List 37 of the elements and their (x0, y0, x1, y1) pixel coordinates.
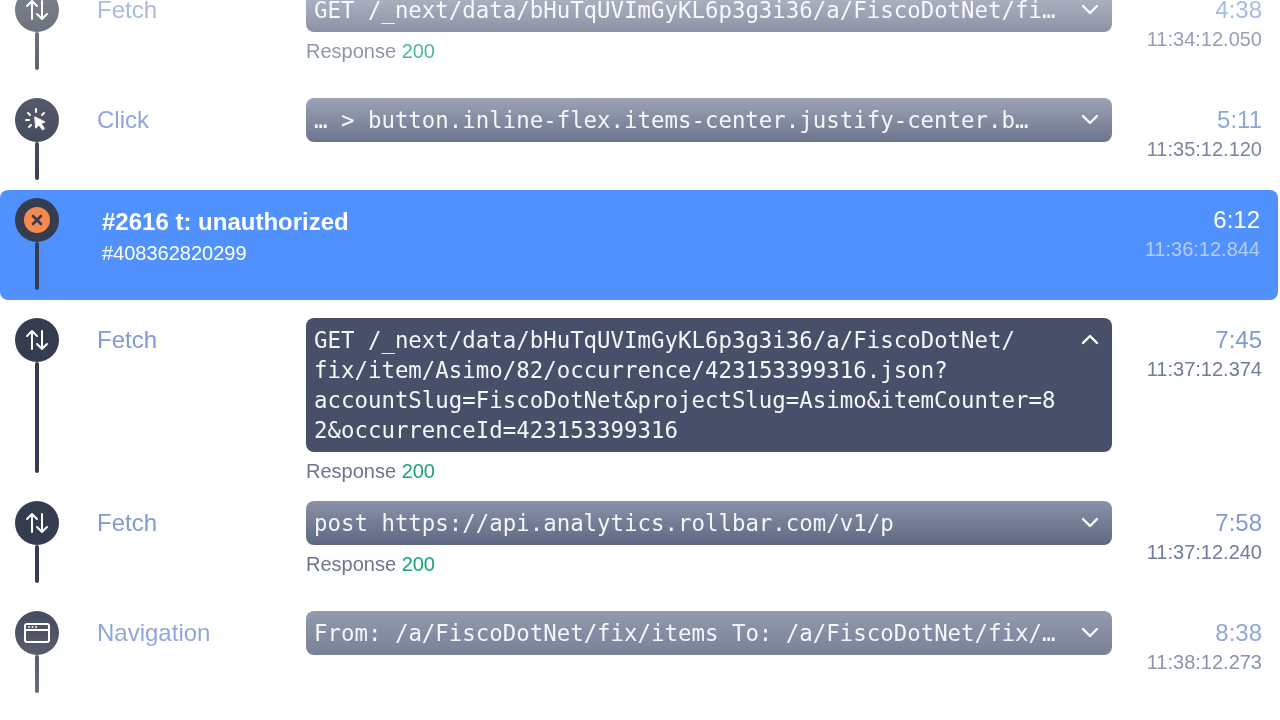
timestamp: 11:38:12.273 (1146, 651, 1262, 674)
event-type: Fetch (97, 0, 158, 23)
code-block[interactable]: post https://api.analytics.rollbar.com/v1/p (306, 501, 1112, 545)
event-row[interactable]: Click … > button.inline-flex.items-center.justify-center.b… 5:11 11:35:12.120 (0, 80, 1280, 190)
error-id: #408362820299 (102, 242, 248, 265)
selected-event-row[interactable]: #2616 t: unauthorized #408362820299 6:12 11:36:12.844 (0, 190, 1278, 300)
up-down-arrows-icon (24, 327, 50, 353)
code-block[interactable]: From: /a/FiscoDotNet/fix/items To: /a/FiscoDotNet/fix/… (306, 611, 1112, 655)
timestamp: 11:37:12.374 (1146, 358, 1262, 381)
response-status: Response 200 (306, 460, 435, 482)
code-block[interactable]: GET /_next/data/bHuTqUVImGyKL6p3g3i36/a/FiscoDotNet/fix/item/Asimo/82/occurrence/423153399316.json?accountSlug=FiscoDotNet&projectSlug=Asimo&itemCounter=82&occurrenceId=423153399316 (306, 318, 1112, 452)
event-row[interactable]: Fetch GET /_next/data/bHuTqUVImGyKL6p3g3i36/a/FiscoDotNet/fi… Response 200 4:38 11:34:12.050 (0, 0, 1280, 80)
up-down-arrows-icon (24, 510, 50, 536)
elapsed-time: 5:11 (1217, 105, 1262, 134)
timestamp: 11:37:12.240 (1146, 541, 1262, 564)
error-title: #2616 t: unauthorized (102, 207, 350, 236)
error-x-icon (23, 206, 51, 234)
timestamp: 11:36:12.844 (1144, 238, 1260, 261)
event-row[interactable]: Navigation From: /a/FiscoDotNet/fix/items To: /a/FiscoDotNet/fix/… 8:38 11:38:12.273 (0, 593, 1280, 703)
code-block[interactable]: GET /_next/data/bHuTqUVImGyKL6p3g3i36/a/FiscoDotNet/fi… (306, 0, 1112, 32)
elapsed-time: 4:38 (1215, 0, 1262, 24)
elapsed-time: 8:38 (1215, 618, 1262, 647)
response-status: Response 200 (306, 553, 435, 575)
elapsed-time: 7:58 (1215, 508, 1262, 537)
up-down-arrows-icon (24, 0, 50, 23)
timestamp: 11:34:12.050 (1146, 28, 1262, 51)
response-status: Response 200 (306, 40, 435, 62)
browser-window-icon (23, 621, 51, 645)
code-block[interactable]: … > button.inline-flex.items-center.justify-center.b… (306, 98, 1112, 142)
event-type: Click (97, 106, 149, 133)
event-type: Navigation (97, 619, 211, 646)
event-type: Fetch (97, 326, 158, 353)
event-row[interactable]: Fetch post https://api.analytics.rollbar.com/v1/p Response 200 7:58 11:37:12.240 (0, 483, 1280, 593)
elapsed-time: 7:45 (1215, 325, 1262, 354)
elapsed-time: 6:12 (1213, 205, 1260, 234)
event-type: Fetch (97, 509, 158, 536)
timestamp: 11:35:12.120 (1146, 138, 1262, 161)
